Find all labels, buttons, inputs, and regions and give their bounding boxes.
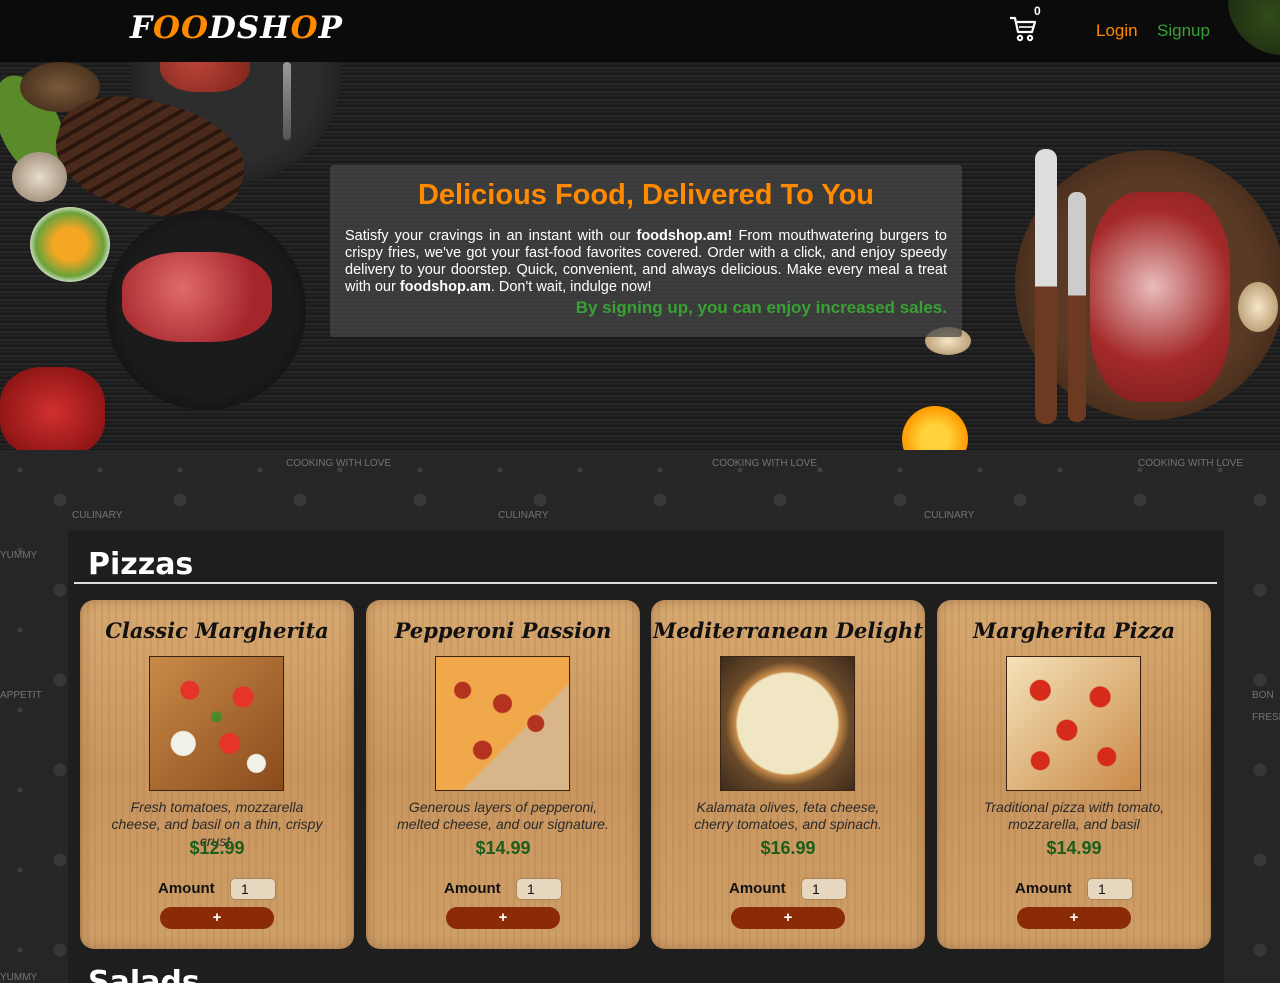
section-title-salads: Salads bbox=[88, 965, 200, 983]
logo-part-1: F bbox=[130, 10, 154, 46]
product-card: Mediterranean Delight Kalamata olives, f… bbox=[651, 600, 925, 949]
add-to-cart-button[interactable]: + bbox=[731, 907, 845, 929]
product-name: Pepperoni Passion bbox=[394, 618, 612, 643]
logo-part-2: OO bbox=[153, 10, 210, 46]
raw-meat-decoration bbox=[122, 252, 272, 342]
hero-text-part: Satisfy your cravings in an instant with… bbox=[345, 228, 637, 244]
product-image bbox=[435, 656, 570, 791]
product-price: $14.99 bbox=[1046, 838, 1102, 858]
section-title-pizzas: Pizzas bbox=[88, 547, 194, 582]
orange-decoration bbox=[902, 406, 968, 450]
chili-decoration bbox=[0, 367, 105, 450]
product-description: Kalamata olives, feta cheese, cherry tom… bbox=[694, 799, 882, 832]
shopping-cart-icon[interactable] bbox=[1008, 14, 1038, 44]
cart-count-badge: 0 bbox=[1034, 4, 1041, 18]
doodle-text: APPETIT bbox=[0, 690, 42, 701]
garlic-decoration bbox=[1238, 282, 1278, 332]
signup-link[interactable]: Signup bbox=[1157, 21, 1210, 41]
logo-part-5: P bbox=[318, 10, 343, 46]
amount-label: Amount bbox=[1015, 880, 1072, 897]
product-price: $12.99 bbox=[189, 838, 245, 858]
hero-text-box: Delicious Food, Delivered To You Satisfy… bbox=[330, 165, 962, 337]
doodle-text: BON bbox=[1252, 690, 1274, 701]
fork-decoration bbox=[283, 62, 291, 140]
hero-text-part: . Don't wait, indulge now! bbox=[490, 279, 652, 295]
add-to-cart-button[interactable]: + bbox=[446, 907, 560, 929]
raw-steak-decoration bbox=[1090, 192, 1230, 402]
product-price: $14.99 bbox=[475, 838, 531, 858]
product-name: Margherita Pizza bbox=[972, 618, 1176, 643]
top-navbar: FOODSHOP 0 Login Signup bbox=[0, 0, 1280, 62]
product-image bbox=[149, 656, 284, 791]
doodle-text: COOKING WITH LOVE bbox=[712, 458, 818, 469]
add-to-cart-button[interactable]: + bbox=[160, 907, 274, 929]
product-card: Margherita Pizza Traditional pizza with … bbox=[937, 600, 1211, 949]
section-divider bbox=[74, 582, 1217, 584]
leaf-decoration bbox=[1228, 0, 1280, 55]
site-logo[interactable]: FOODSHOP bbox=[130, 10, 343, 46]
amount-input[interactable] bbox=[801, 878, 847, 900]
doodle-text: YUMMY bbox=[0, 550, 38, 561]
hero-signup-promo: By signing up, you can enjoy increased s… bbox=[575, 298, 947, 317]
product-image bbox=[1006, 656, 1141, 791]
amount-input[interactable] bbox=[230, 878, 276, 900]
product-card: Pepperoni Passion Generous layers of pep… bbox=[366, 600, 640, 949]
hero-banner: Delicious Food, Delivered To You Satisfy… bbox=[0, 62, 1280, 450]
product-image bbox=[720, 656, 855, 791]
amount-input[interactable] bbox=[516, 878, 562, 900]
doodle-text: CULINARY bbox=[72, 510, 123, 521]
logo-part-3: DSH bbox=[209, 10, 291, 46]
knife-decoration bbox=[1035, 149, 1057, 424]
fork-decoration bbox=[1068, 192, 1086, 422]
hero-brand: foodshop.am! bbox=[636, 228, 733, 244]
hero-brand: foodshop.am bbox=[399, 279, 491, 295]
product-name: Classic Margherita bbox=[105, 618, 329, 643]
product-name: Mediterranean Delight bbox=[652, 618, 924, 643]
doodle-text: COOKING WITH LOVE bbox=[286, 458, 392, 469]
product-description: Traditional pizza with tomato, mozzarell… bbox=[983, 799, 1165, 832]
doodle-text: CULINARY bbox=[498, 510, 549, 521]
hero-description: Satisfy your cravings in an instant with… bbox=[345, 228, 947, 296]
doodle-text: COOKING WITH LOVE bbox=[1138, 458, 1244, 469]
product-card: Classic Margherita Fresh tomatoes, mozza… bbox=[80, 600, 354, 949]
doodle-text: CULINARY bbox=[924, 510, 975, 521]
doodle-text: YUMMY bbox=[0, 972, 38, 983]
product-price: $16.99 bbox=[760, 838, 816, 858]
add-to-cart-button[interactable]: + bbox=[1017, 907, 1131, 929]
hero-title: Delicious Food, Delivered To You bbox=[417, 179, 874, 211]
product-description: Generous layers of pepperoni, melted che… bbox=[397, 799, 609, 832]
vegetable-bowl-decoration bbox=[30, 207, 110, 282]
amount-label: Amount bbox=[444, 880, 501, 897]
amount-label: Amount bbox=[158, 880, 215, 897]
shell-decoration bbox=[12, 152, 67, 202]
login-link[interactable]: Login bbox=[1096, 21, 1138, 41]
doodle-text: FRESH bbox=[1252, 712, 1280, 723]
amount-input[interactable] bbox=[1087, 878, 1133, 900]
logo-part-4: O bbox=[290, 10, 319, 46]
amount-label: Amount bbox=[729, 880, 786, 897]
